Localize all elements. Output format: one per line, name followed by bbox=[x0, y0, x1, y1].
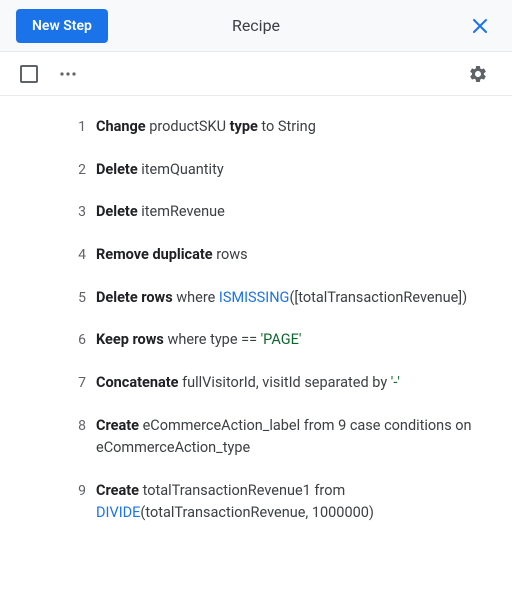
step-token: Remove duplicate bbox=[96, 246, 216, 263]
step-token: Create bbox=[96, 417, 143, 434]
step-number: 9 bbox=[58, 480, 86, 503]
step-description: Delete rows where ISMISSING([totalTransa… bbox=[96, 287, 488, 309]
step-token: '-' bbox=[391, 374, 400, 391]
recipe-step[interactable]: 7 Concatenate fullVisitorId, visitId sepa… bbox=[0, 362, 488, 405]
step-description: Delete itemRevenue bbox=[96, 201, 488, 223]
select-all-checkbox[interactable] bbox=[20, 65, 38, 83]
new-step-button[interactable]: New Step bbox=[16, 9, 108, 43]
step-token: Change bbox=[96, 118, 149, 135]
step-token: type bbox=[230, 118, 262, 135]
step-token: 'PAGE' bbox=[261, 331, 302, 348]
step-number: 3 bbox=[58, 201, 86, 224]
recipe-step[interactable]: 1 Change productSKU type to String bbox=[0, 106, 488, 149]
step-number: 4 bbox=[58, 244, 86, 267]
step-token: fullVisitorId, visitId separated by bbox=[182, 374, 391, 391]
step-token: eCommerceAction_label from 9 case condit… bbox=[96, 417, 472, 456]
step-token: Delete rows bbox=[96, 289, 176, 306]
settings-button[interactable] bbox=[464, 60, 492, 88]
gear-icon bbox=[468, 64, 488, 84]
step-token: Delete bbox=[96, 161, 141, 178]
recipe-step[interactable]: 2 Delete itemQuantity bbox=[0, 149, 488, 192]
step-token: itemRevenue bbox=[141, 203, 225, 220]
recipe-step[interactable]: 5 Delete rows where ISMISSING([totalTrans… bbox=[0, 277, 488, 320]
step-token: DIVIDE bbox=[96, 504, 140, 521]
step-number: 8 bbox=[58, 415, 86, 438]
close-button[interactable] bbox=[464, 10, 496, 42]
panel-header: New Step Recipe bbox=[0, 0, 512, 52]
step-token: (totalTransactionRevenue, 1000000) bbox=[140, 504, 374, 521]
close-icon bbox=[472, 18, 488, 34]
step-token: where type == bbox=[167, 331, 260, 348]
recipe-step[interactable]: 6 Keep rows where type == 'PAGE' bbox=[0, 319, 488, 362]
recipe-step[interactable]: 4 Remove duplicate rows bbox=[0, 234, 488, 277]
step-token: Create bbox=[96, 482, 143, 499]
step-token: itemQuantity bbox=[141, 161, 223, 178]
recipe-step[interactable]: 9 Create totalTransactionRevenue1 from DI… bbox=[0, 470, 488, 535]
step-description: Change productSKU type to String bbox=[96, 116, 488, 138]
step-number: 5 bbox=[58, 287, 86, 310]
step-token: where bbox=[176, 289, 219, 306]
step-token: ISMISSING bbox=[219, 289, 290, 306]
more-horizontal-icon bbox=[60, 72, 76, 76]
step-token: Delete bbox=[96, 203, 141, 220]
recipe-step[interactable]: 8 Create eCommerceAction_label from 9 cas… bbox=[0, 405, 488, 470]
step-number: 1 bbox=[58, 116, 86, 139]
steps-list: 1 Change productSKU type to String 2 Delete… bbox=[0, 96, 512, 545]
step-token: ([totalTransactionRevenue]) bbox=[289, 289, 467, 306]
step-number: 2 bbox=[58, 159, 86, 182]
recipe-step[interactable]: 3 Delete itemRevenue bbox=[0, 191, 488, 234]
step-description: Delete itemQuantity bbox=[96, 159, 488, 181]
step-description: Create eCommerceAction_label from 9 case… bbox=[96, 415, 488, 460]
step-description: Create totalTransactionRevenue1 from DIV… bbox=[96, 480, 488, 525]
step-number: 7 bbox=[58, 372, 86, 395]
step-description: Remove duplicate rows bbox=[96, 244, 488, 266]
step-description: Keep rows where type == 'PAGE' bbox=[96, 329, 488, 351]
step-token: totalTransactionRevenue1 from bbox=[143, 482, 346, 499]
step-token: productSKU bbox=[149, 118, 229, 135]
step-token: rows bbox=[216, 246, 247, 263]
step-token: to String bbox=[261, 118, 315, 135]
step-token: Concatenate bbox=[96, 374, 182, 391]
step-description: Concatenate fullVisitorId, visitId separ… bbox=[96, 372, 488, 394]
toolbar bbox=[0, 52, 512, 96]
more-menu-button[interactable] bbox=[54, 60, 82, 88]
step-token: Keep rows bbox=[96, 331, 167, 348]
step-number: 6 bbox=[58, 329, 86, 352]
